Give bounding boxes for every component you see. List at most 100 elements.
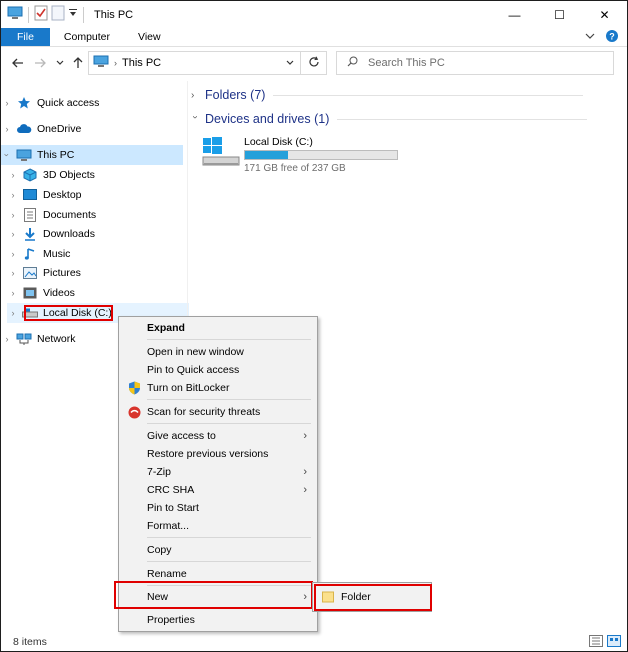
- drive-tile-local-disk[interactable]: Local Disk (C:) 171 GB free of 237 GB: [201, 134, 401, 174]
- nav-item-label: Documents: [43, 209, 97, 221]
- ribbon-tabs: File Computer View ?: [1, 28, 627, 47]
- menu-item-pin-quick-access[interactable]: Pin to Quick access: [121, 361, 315, 379]
- refresh-button[interactable]: [301, 51, 327, 75]
- picture-icon: [22, 265, 38, 281]
- expand-chevron-icon[interactable]: ›: [1, 334, 13, 344]
- expand-chevron-icon[interactable]: ›: [7, 210, 19, 220]
- up-arrow-icon[interactable]: [67, 52, 89, 74]
- menu-item-label: Properties: [147, 614, 195, 626]
- details-view-icon[interactable]: [589, 635, 603, 650]
- customize-toolbar-chevron-icon[interactable]: [68, 8, 78, 21]
- menu-item-copy[interactable]: Copy: [121, 541, 315, 559]
- menu-item-label: Expand: [147, 322, 185, 334]
- menu-item-7zip[interactable]: 7-Zip ›: [121, 463, 315, 481]
- address-bar[interactable]: › This PC: [88, 51, 301, 75]
- menu-item-label: 7-Zip: [147, 466, 171, 478]
- item-count: 8 items: [13, 636, 47, 648]
- tab-computer[interactable]: Computer: [50, 28, 124, 46]
- nav-item-label: Pictures: [43, 267, 81, 279]
- expand-chevron-icon[interactable]: ›: [1, 124, 13, 134]
- search-input[interactable]: Search This PC: [368, 57, 445, 69]
- nav-item-music[interactable]: › Music: [7, 244, 189, 264]
- menu-item-pin-start[interactable]: Pin to Start: [121, 499, 315, 517]
- nav-item-videos[interactable]: › Videos: [7, 283, 189, 303]
- close-button[interactable]: ✕: [582, 1, 627, 28]
- nav-item-label: 3D Objects: [43, 169, 95, 181]
- drive-free-space: 171 GB free of 237 GB: [244, 163, 346, 174]
- shield-icon: [127, 381, 141, 395]
- maximize-button[interactable]: ☐: [537, 1, 582, 28]
- menu-item-open-new-window[interactable]: Open in new window: [121, 343, 315, 361]
- divider: [337, 118, 588, 120]
- large-icons-view-icon[interactable]: [607, 635, 621, 650]
- address-dropdown-chevron-icon[interactable]: [286, 57, 294, 69]
- nav-item-label: Network: [37, 333, 76, 345]
- menu-separator: [147, 339, 311, 340]
- forward-arrow-icon[interactable]: [29, 52, 51, 74]
- menu-item-give-access[interactable]: Give access to ›: [121, 427, 315, 445]
- nav-item-label: Desktop: [43, 189, 82, 201]
- minimize-button[interactable]: —: [492, 1, 537, 28]
- expand-chevron-icon[interactable]: ›: [7, 190, 19, 200]
- menu-item-restore-versions[interactable]: Restore previous versions: [121, 445, 315, 463]
- back-arrow-icon[interactable]: [7, 52, 29, 74]
- tab-file[interactable]: File: [1, 28, 50, 46]
- address-row: › This PC Search This PC: [1, 48, 627, 78]
- expand-chevron-icon[interactable]: ›: [1, 98, 13, 108]
- expand-chevron-icon[interactable]: ›: [7, 288, 19, 298]
- nav-item-this-pc[interactable]: › This PC: [1, 145, 183, 165]
- menu-item-label: Rename: [147, 568, 187, 580]
- properties-icon[interactable]: [34, 5, 48, 24]
- highlight-submenu-folder: [314, 584, 432, 611]
- help-icon[interactable]: ?: [605, 29, 619, 46]
- menu-item-label: Turn on BitLocker: [147, 382, 230, 394]
- window-title: This PC: [94, 8, 134, 21]
- expanded-chevron-icon[interactable]: ›: [2, 149, 12, 161]
- expand-chevron-icon[interactable]: ›: [7, 308, 19, 318]
- title-bar: This PC — ☐ ✕: [1, 1, 627, 28]
- menu-item-label: Give access to: [147, 430, 216, 442]
- highlight-local-disk: [24, 305, 113, 321]
- nav-item-onedrive[interactable]: › OneDrive: [1, 119, 183, 139]
- nav-item-desktop[interactable]: › Desktop: [7, 185, 189, 205]
- nav-item-documents[interactable]: › Documents: [7, 205, 189, 225]
- computer-icon: [7, 6, 23, 23]
- new-folder-icon[interactable]: [51, 5, 65, 24]
- menu-item-label: Copy: [147, 544, 172, 556]
- divider: [273, 94, 584, 96]
- refresh-icon: [308, 56, 320, 71]
- menu-item-bitlocker[interactable]: Turn on BitLocker: [121, 379, 315, 397]
- breadcrumb-chevron-icon[interactable]: ›: [114, 58, 117, 68]
- submenu-arrow-icon: ›: [303, 430, 307, 442]
- nav-item-quick-access[interactable]: › Quick access: [1, 93, 183, 113]
- menu-item-properties[interactable]: Properties: [121, 611, 315, 629]
- menu-item-label: Scan for security threats: [147, 406, 261, 418]
- menu-item-crc-sha[interactable]: CRC SHA ›: [121, 481, 315, 499]
- status-bar: 8 items: [1, 631, 627, 651]
- expand-chevron-icon[interactable]: ›: [7, 249, 19, 259]
- document-icon: [22, 207, 38, 223]
- desktop-icon: [22, 187, 38, 203]
- group-devices-drives[interactable]: › Devices and drives (1): [190, 112, 611, 126]
- video-icon: [22, 285, 38, 301]
- antivirus-icon: [127, 405, 141, 419]
- expand-chevron-icon[interactable]: ›: [7, 229, 19, 239]
- expand-chevron-icon[interactable]: ›: [7, 170, 19, 180]
- breadcrumb[interactable]: This PC: [122, 57, 161, 69]
- nav-item-3d-objects[interactable]: › 3D Objects: [7, 165, 189, 185]
- expand-chevron-icon[interactable]: ›: [7, 268, 19, 278]
- search-box[interactable]: Search This PC: [336, 51, 614, 75]
- nav-item-pictures[interactable]: › Pictures: [7, 263, 189, 283]
- network-icon: [16, 331, 32, 347]
- expanded-chevron-icon[interactable]: ›: [190, 115, 201, 123]
- group-folders[interactable]: › Folders (7): [191, 88, 611, 102]
- nav-item-downloads[interactable]: › Downloads: [7, 224, 189, 244]
- expand-ribbon-chevron-icon[interactable]: [585, 31, 595, 43]
- menu-item-format[interactable]: Format...: [121, 517, 315, 535]
- collapsed-chevron-icon[interactable]: ›: [191, 90, 199, 101]
- menu-item-label: Format...: [147, 520, 190, 532]
- menu-item-scan-threats[interactable]: Scan for security threats: [121, 403, 315, 421]
- menu-separator: [147, 561, 311, 562]
- tab-view[interactable]: View: [124, 28, 175, 46]
- menu-item-expand[interactable]: Expand: [121, 319, 315, 337]
